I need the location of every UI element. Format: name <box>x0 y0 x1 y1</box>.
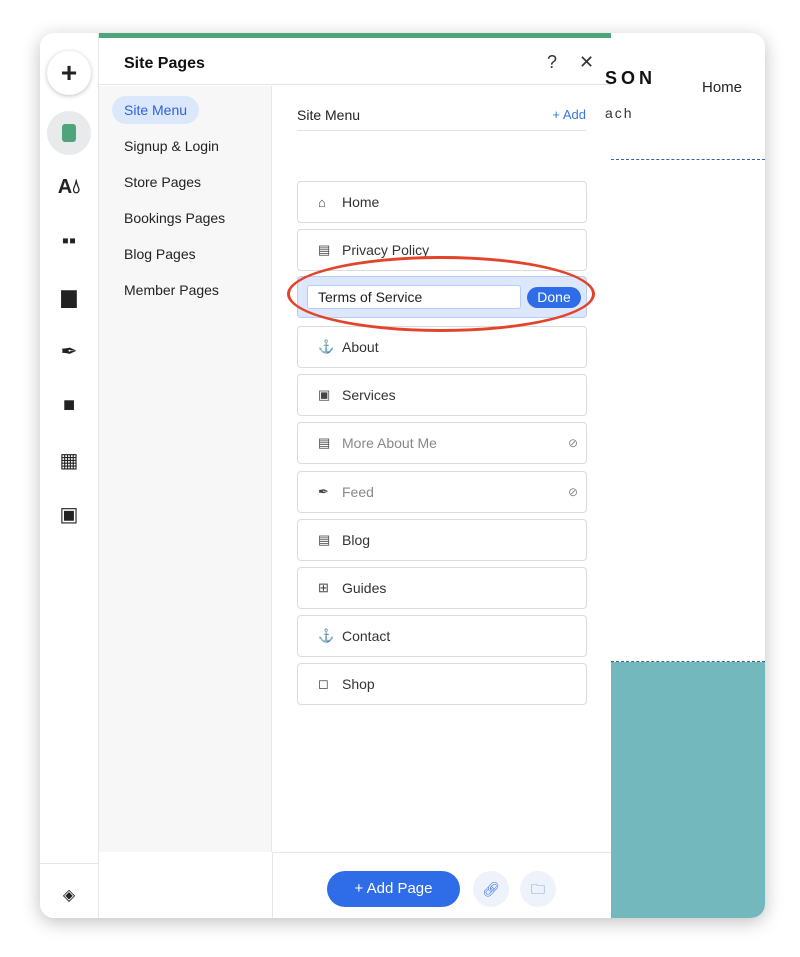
add-menu-item-link[interactable]: + Add <box>552 107 586 122</box>
page-icon: ▤ <box>318 242 331 257</box>
page-icon: ▤ <box>318 435 331 450</box>
page-label: Shop <box>342 676 375 692</box>
page-row[interactable]: ▣ Services <box>297 374 587 416</box>
link-plus-icon: 🔗︎ <box>482 881 500 897</box>
page-row[interactable]: ◻ Shop <box>297 663 587 705</box>
hidden-eye-icon[interactable]: ⊘ <box>568 436 578 450</box>
hidden-eye-icon[interactable]: ⊘ <box>568 485 578 499</box>
bag-icon: ◻ <box>318 676 329 691</box>
theme-button[interactable]: A💧︎ <box>47 165 91 209</box>
apps-icon: ▪▪ <box>61 229 77 252</box>
close-button[interactable]: ✕ <box>579 52 594 73</box>
nav-item-store-pages[interactable]: Store Pages <box>112 168 213 196</box>
portfolio-button[interactable]: ▣ <box>47 492 91 536</box>
annotation-circle <box>287 256 595 332</box>
page-label: Guides <box>342 580 387 596</box>
store-bag-icon: ■ <box>62 393 76 416</box>
editor-window: + A💧︎ ▪▪ ▆ ✒ ■ ▦ ▣ ◈ Site Pages ? ✕ Site… <box>40 33 765 918</box>
calendar-icon: ▦ <box>59 449 79 472</box>
page-row[interactable]: ▤ Blog <box>297 519 587 561</box>
left-toolbar: + A💧︎ ▪▪ ▆ ✒ ■ ▦ ▣ ◈ <box>40 33 99 918</box>
layers-button[interactable]: ◈ <box>47 873 91 917</box>
site-menu-list: Site Menu + Add ⌂ Home ▤ Privacy Policy ⚓ Abo… <box>273 86 611 852</box>
nav-item-signup-login[interactable]: Signup & Login <box>112 132 231 160</box>
media-icon: ▆ <box>61 285 77 308</box>
preview-nav-home[interactable]: Home <box>702 79 742 96</box>
page-row[interactable]: ⊞ Guides <box>297 567 587 609</box>
site-pages-panel: Site Pages ? ✕ Site Menu Signup & Login … <box>99 33 611 918</box>
pen-button[interactable]: ✒ <box>47 329 91 373</box>
page-icon: ▤ <box>318 532 331 547</box>
folder-plus-icon: 🗀 <box>531 881 545 897</box>
page-row[interactable]: ✒ Feed ⊘ <box>297 471 587 513</box>
site-logo-text: SON <box>605 68 657 88</box>
nav-item-site-menu[interactable]: Site Menu <box>112 96 200 124</box>
page-label: About <box>342 339 379 355</box>
add-page-button[interactable]: + Add Page <box>327 871 460 907</box>
nav-item-member-pages[interactable]: Member Pages <box>112 276 231 304</box>
pages-button[interactable] <box>47 111 91 155</box>
divider <box>297 130 586 131</box>
site-preview: SON ach Home <box>605 33 765 918</box>
store-button[interactable]: ■ <box>47 383 91 427</box>
anchor-icon: ⚓ <box>318 628 335 643</box>
page-row[interactable]: ⌂ Home <box>297 181 587 223</box>
add-link-button[interactable]: 🔗︎ <box>473 871 509 907</box>
divider <box>40 863 98 864</box>
anchor-icon: ⚓ <box>318 339 335 354</box>
nav-item-blog-pages[interactable]: Blog Pages <box>112 240 208 268</box>
layers-icon: ◈ <box>62 887 76 904</box>
apps-icon: ⊞ <box>318 580 329 595</box>
page-label: Home <box>342 194 380 210</box>
page-label: Feed <box>342 484 374 500</box>
panel-footer: + Add Page 🔗︎ 🗀 <box>272 852 611 918</box>
section-title: Site Menu <box>297 107 361 123</box>
add-elements-button[interactable]: + <box>47 51 91 95</box>
plus-icon: + <box>60 57 78 88</box>
preview-section <box>611 662 765 918</box>
panel-title: Site Pages <box>124 55 205 72</box>
page-label: More About Me <box>342 435 437 451</box>
pages-category-nav: Site Menu Signup & Login Store Pages Boo… <box>99 86 272 852</box>
page-label: Services <box>342 387 396 403</box>
panel-header: Site Pages ? ✕ <box>99 38 611 85</box>
page-label: Contact <box>342 628 391 644</box>
apps-button[interactable]: ▪▪ <box>47 219 91 263</box>
add-folder-button[interactable]: 🗀 <box>520 871 556 907</box>
page-row[interactable]: ⚓ About <box>297 326 587 368</box>
page-row[interactable]: ⚓ Contact <box>297 615 587 657</box>
header-boundary <box>611 159 765 160</box>
site-tagline: ach <box>605 105 634 121</box>
bookings-icon: ▣ <box>318 387 331 402</box>
portfolio-icon: ▣ <box>59 503 79 526</box>
page-row[interactable]: ▤ More About Me ⊘ <box>297 422 587 464</box>
theme-icon: A💧︎ <box>57 175 81 198</box>
pen-icon: ✒ <box>318 484 329 499</box>
nav-item-bookings-pages[interactable]: Bookings Pages <box>112 204 237 232</box>
bookings-button[interactable]: ▦ <box>47 438 91 482</box>
pages-icon <box>62 124 76 142</box>
page-label: Blog <box>342 532 371 548</box>
pen-icon: ✒ <box>60 340 78 363</box>
media-button[interactable]: ▆ <box>47 274 91 318</box>
help-button[interactable]: ? <box>547 52 557 73</box>
home-icon: ⌂ <box>318 194 326 210</box>
